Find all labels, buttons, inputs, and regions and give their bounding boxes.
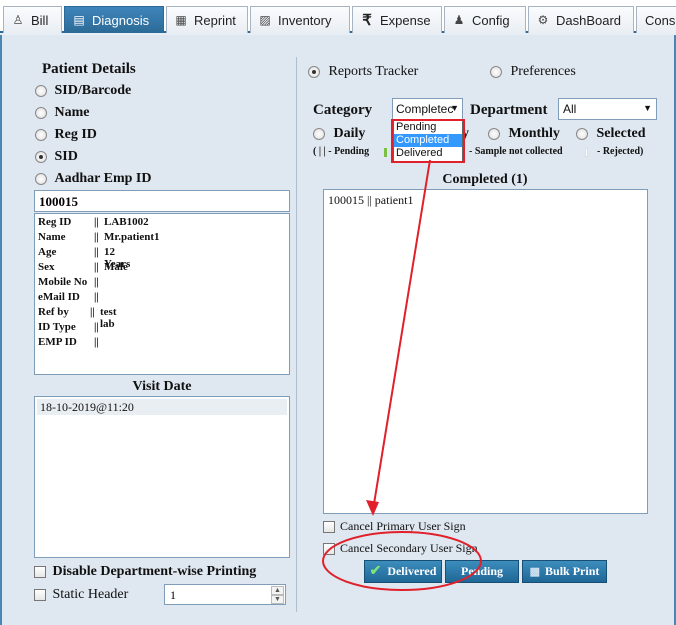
tab-label: Bill	[31, 12, 49, 28]
search-option-sid[interactable]: SID	[35, 149, 78, 165]
cancel-primary-sign[interactable]: Cancel Primary User Sign	[323, 519, 466, 534]
info-row: Mobile No ||	[38, 276, 99, 288]
dropdown-option-pending[interactable]: Pending	[394, 121, 462, 134]
person-icon: ♙	[12, 13, 24, 27]
search-option-aadhar[interactable]: Aadhar Emp ID	[35, 171, 152, 187]
radio-icon	[488, 127, 500, 140]
stepper-down-icon[interactable]: ▼	[271, 595, 284, 604]
static-header-stepper[interactable]: 1 ▲ ▼	[164, 584, 286, 605]
reprint-icon: ▦	[175, 13, 187, 27]
inventory-icon: ▨	[259, 13, 271, 27]
delivered-button[interactable]: ✔ Delivered	[364, 560, 442, 583]
cancel-secondary-sign[interactable]: Cancel Secondary User Sign	[323, 541, 478, 556]
tab-label: Reprint	[194, 12, 236, 28]
disable-dept-printing[interactable]: Disable Department-wise Printing	[34, 564, 256, 580]
legend-pending: ( | | - Pending	[313, 146, 370, 157]
visit-date-title: Visit Date	[132, 379, 192, 394]
period-selected[interactable]: Selected	[576, 126, 645, 142]
tab-expense[interactable]: ₹ Expense	[352, 6, 442, 33]
patient-search-input[interactable]: 100015	[34, 190, 290, 212]
tab-label: Diagnosis	[92, 12, 150, 28]
tab-bar: ♙ Bill ▤ Diagnosis ▦ Reprint ▨ Inventory ₹ Ex…	[0, 0, 676, 33]
pending-button[interactable]: Pending	[445, 560, 519, 583]
checkbox-icon	[323, 543, 335, 556]
legend-green-marker	[384, 148, 387, 157]
checkbox-icon	[34, 565, 46, 578]
tab-label: Consu	[645, 12, 676, 28]
dashboard-icon: ⚙	[537, 13, 549, 27]
tab-consultation[interactable]: Consu	[636, 6, 676, 33]
tab-bill[interactable]: ♙ Bill	[3, 6, 62, 33]
dropdown-option-completed[interactable]: Completed	[394, 134, 462, 147]
chevron-down-icon: ▼	[450, 103, 459, 113]
checkbox-icon	[34, 588, 46, 601]
dropdown-option-delivered[interactable]: Delivered	[394, 147, 462, 160]
tab-dashboard[interactable]: ⚙ DashBoard	[528, 6, 634, 33]
tab-reprint[interactable]: ▦ Reprint	[166, 6, 248, 33]
info-row: Ref by || test lab	[38, 306, 117, 330]
radio-icon	[35, 106, 47, 119]
completed-list: 100015 || patient1	[323, 189, 648, 514]
tab-label: Expense	[380, 12, 431, 28]
panel-divider	[296, 57, 297, 612]
info-row: Age || 12 Years	[38, 246, 131, 270]
legend-white-marker	[585, 148, 588, 157]
tab-config[interactable]: ♟ Config	[444, 6, 526, 33]
checkbox-icon	[323, 521, 335, 534]
tab-diagnosis[interactable]: ▤ Diagnosis	[64, 6, 164, 33]
visit-date-list: 18-10-2019@11:20	[34, 396, 290, 558]
radio-icon	[490, 65, 502, 78]
bulk-print-button[interactable]: ▩ Bulk Print	[522, 560, 607, 583]
radio-icon	[576, 127, 588, 140]
radio-icon	[35, 84, 47, 97]
search-option-reg-id[interactable]: Reg ID	[35, 127, 97, 143]
tab-inventory[interactable]: ▨ Inventory	[250, 6, 350, 33]
completed-title: Completed (1)	[442, 172, 528, 187]
reports-tracker-option[interactable]: Reports Tracker	[308, 64, 418, 80]
chevron-down-icon: ▼	[643, 103, 652, 113]
info-row: EMP ID ||	[38, 336, 99, 348]
check-icon: ✔	[369, 564, 382, 579]
radio-selected-icon	[35, 150, 47, 163]
legend-not-collected: - Sample not collected	[469, 146, 563, 157]
radio-icon	[35, 172, 47, 185]
tab-label: Config	[472, 12, 510, 28]
static-header-option[interactable]: Static Header	[34, 587, 128, 603]
period-weekly[interactable]: y	[462, 126, 469, 142]
preferences-option[interactable]: Preferences	[490, 64, 576, 80]
info-row: Reg ID || LAB1002	[38, 216, 149, 228]
config-icon: ♟	[453, 13, 465, 27]
rupee-icon: ₹	[362, 12, 372, 29]
radio-selected-icon	[308, 65, 320, 78]
visit-date-item[interactable]: 18-10-2019@11:20	[37, 399, 287, 415]
tab-label: Inventory	[278, 12, 332, 28]
list-item[interactable]: 100015 || patient1	[328, 193, 643, 208]
printer-icon: ▩	[529, 566, 541, 578]
info-row: ID Type ||	[38, 321, 99, 333]
stepper-up-icon[interactable]: ▲	[271, 586, 284, 595]
category-label: Category	[313, 102, 373, 118]
department-label: Department	[470, 102, 548, 118]
patient-details-title: Patient Details	[42, 61, 136, 77]
radio-icon	[313, 127, 325, 140]
period-monthly[interactable]: Monthly	[488, 126, 560, 142]
search-option-sid-barcode[interactable]: SID/Barcode	[35, 83, 131, 99]
info-row: Name || Mr.patient1	[38, 231, 160, 243]
info-row: eMail ID ||	[38, 291, 99, 303]
info-row: Sex || Male	[38, 261, 128, 273]
notes-icon: ▤	[73, 13, 85, 27]
category-dropdown-list: Pending Completed Delivered	[393, 120, 463, 162]
search-option-name[interactable]: Name	[35, 105, 90, 121]
period-daily[interactable]: Daily	[313, 126, 365, 142]
category-select[interactable]: Completec ▼	[392, 98, 463, 120]
department-select[interactable]: All ▼	[558, 98, 657, 120]
patient-info-table: Reg ID || LAB1002 Name || Mr.patient1 Age || 1…	[38, 216, 160, 351]
legend-rejected: - Rejected)	[597, 146, 644, 157]
radio-icon	[35, 128, 47, 141]
tab-label: DashBoard	[556, 12, 622, 28]
